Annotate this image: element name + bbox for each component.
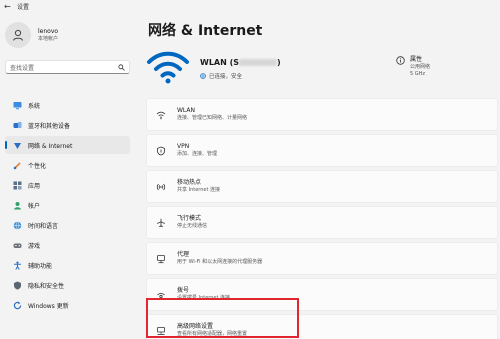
row-title: WLAN xyxy=(177,107,196,114)
properties-link[interactable]: 属性 公用网络 5 GHz xyxy=(396,56,430,78)
network-profile: 公用网络 xyxy=(410,64,431,70)
wifi-icon xyxy=(155,109,167,121)
connection-status-text: 已连接，安全 xyxy=(209,74,243,80)
network-status-card: WLAN (S) 已连接，安全 属性 公用网络 5 GHz xyxy=(146,48,498,100)
nav-list: 系统 蓝牙和其他设备 网络 & Internet 个性化 应用 帐户 时间和语言… xyxy=(5,96,130,316)
person-icon xyxy=(13,201,22,210)
sidebar-item-label: 游戏 xyxy=(28,242,41,250)
settings-row-proxy[interactable]: 代理 用于 Wi-Fi 和以太网连接的代理服务器 xyxy=(146,242,498,275)
settings-row-vpn[interactable]: VPN 添加、连接、管理 xyxy=(146,134,498,167)
page-title: 网络 & Internet xyxy=(148,23,263,39)
sidebar-item-gaming[interactable]: 游戏 xyxy=(5,236,130,254)
sidebar-item-apps[interactable]: 应用 xyxy=(5,176,130,194)
sidebar-item-label: 系统 xyxy=(28,102,41,110)
globe-icon xyxy=(13,221,22,230)
network-icon xyxy=(13,141,22,150)
title-bar: ← 设置 xyxy=(0,0,500,12)
proxy-icon xyxy=(155,253,167,265)
sidebar-item-label: 时间和语言 xyxy=(28,222,59,230)
sidebar-item-network[interactable]: 网络 & Internet xyxy=(5,136,130,154)
monitor-icon xyxy=(13,101,22,110)
sidebar-item-system[interactable]: 系统 xyxy=(5,96,130,114)
sidebar-item-time-language[interactable]: 时间和语言 xyxy=(5,216,130,234)
row-description: 停止无线通信 xyxy=(177,223,208,229)
accessibility-icon xyxy=(13,261,22,270)
row-title: 拨号 xyxy=(177,287,190,294)
row-title: 移动热点 xyxy=(177,179,202,186)
search-icon xyxy=(118,63,125,71)
sidebar-item-bluetooth[interactable]: 蓝牙和其他设备 xyxy=(5,116,130,134)
avatar xyxy=(5,22,31,48)
brush-icon xyxy=(13,161,22,170)
hotspot-icon xyxy=(155,181,167,193)
row-title: 代理 xyxy=(177,251,190,258)
sidebar-item-label: 隐私和安全性 xyxy=(28,282,65,290)
sidebar-item-personalization[interactable]: 个性化 xyxy=(5,156,130,174)
row-description: 连接、管理已知网络、计量网络 xyxy=(177,115,248,121)
network-name: WLAN (S) xyxy=(200,58,281,67)
search-input[interactable]: 查找设置 xyxy=(5,60,130,74)
user-profile[interactable]: lenovo 本地帐户 xyxy=(5,22,58,48)
account-type: 本地帐户 xyxy=(38,35,59,42)
connection-status: 已连接，安全 xyxy=(200,72,242,80)
highlight-box xyxy=(146,298,299,338)
sidebar-item-label: 辅助功能 xyxy=(28,262,53,270)
sidebar-item-label: Windows 更新 xyxy=(28,302,69,310)
row-description: 用于 Wi-Fi 和以太网连接的代理服务器 xyxy=(177,259,263,265)
person-icon xyxy=(13,29,23,41)
sidebar-item-label: 帐户 xyxy=(28,202,41,210)
settings-row-airplane-mode[interactable]: 飞行模式 停止无线通信 xyxy=(146,206,498,239)
sidebar-item-accounts[interactable]: 帐户 xyxy=(5,196,130,214)
shield-icon xyxy=(13,281,22,290)
airplane-icon xyxy=(155,217,167,229)
bluetooth-icon xyxy=(13,121,22,130)
network-band: 5 GHz xyxy=(410,71,426,77)
update-icon xyxy=(13,301,22,310)
sidebar-item-label: 个性化 xyxy=(28,162,47,170)
settings-row-mobile-hotspot[interactable]: 移动热点 共享 Internet 连接 xyxy=(146,170,498,203)
sidebar-item-accessibility[interactable]: 辅助功能 xyxy=(5,256,130,274)
redacted-ssid xyxy=(239,59,278,66)
info-icon xyxy=(396,56,405,65)
globe-icon xyxy=(200,73,206,79)
properties-title: 属性 xyxy=(410,56,423,63)
search-placeholder: 查找设置 xyxy=(10,64,35,72)
wifi-icon xyxy=(147,51,189,84)
main-content: 网络 & Internet WLAN (S) 已连接，安全 属性 公用网络 5 … xyxy=(146,12,500,339)
sidebar-item-windows-update[interactable]: Windows 更新 xyxy=(5,296,130,314)
app-title: 设置 xyxy=(17,3,30,11)
user-name: lenovo xyxy=(38,27,59,35)
row-description: 共享 Internet 连接 xyxy=(177,187,221,193)
row-title: 飞行模式 xyxy=(177,215,202,222)
sidebar-item-label: 网络 & Internet xyxy=(28,142,73,150)
apps-icon xyxy=(13,181,22,190)
sidebar-item-privacy[interactable]: 隐私和安全性 xyxy=(5,276,130,294)
sidebar-item-label: 应用 xyxy=(28,182,41,190)
sidebar: lenovo 本地帐户 查找设置 系统 蓝牙和其他设备 网络 & Interne… xyxy=(0,12,138,339)
vpn-shield-icon xyxy=(155,145,167,157)
row-title: VPN xyxy=(177,143,190,150)
gamepad-icon xyxy=(13,241,22,250)
back-arrow-icon[interactable]: ← xyxy=(4,2,14,11)
settings-row-wlan[interactable]: WLAN 连接、管理已知网络、计量网络 xyxy=(146,98,498,131)
sidebar-item-label: 蓝牙和其他设备 xyxy=(28,122,71,130)
row-description: 添加、连接、管理 xyxy=(177,151,218,157)
